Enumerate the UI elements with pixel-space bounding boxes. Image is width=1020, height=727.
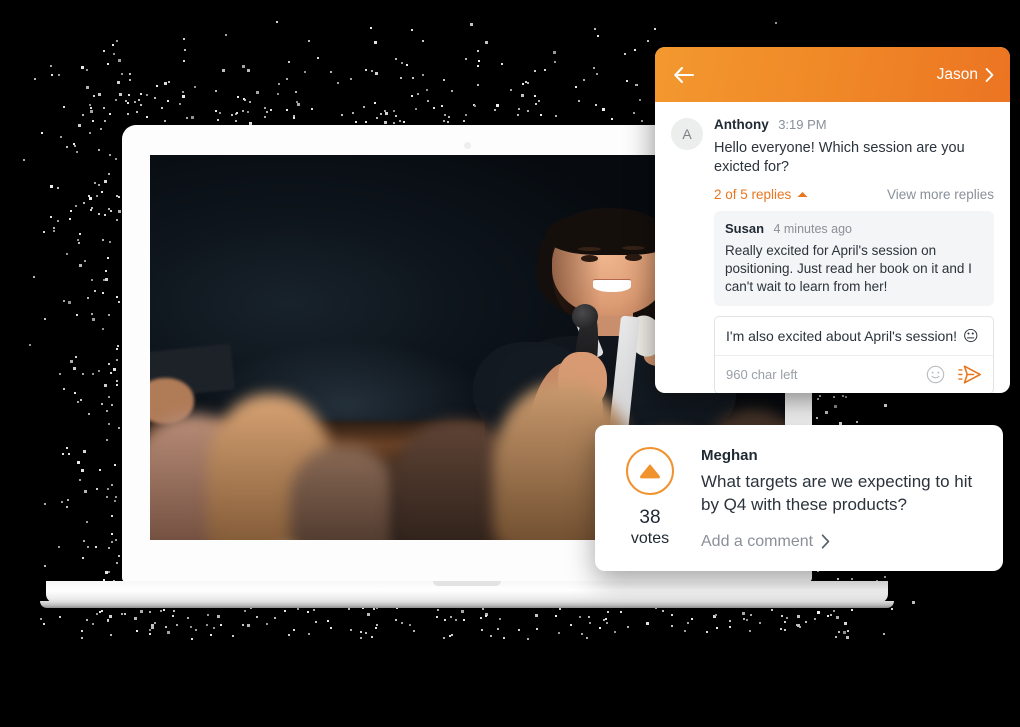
laptop-base-edge <box>40 601 894 608</box>
chevron-right-icon <box>985 68 994 82</box>
chat-panel: Jason A Anthony 3:19 PM Hello everyone! … <box>655 47 1010 393</box>
reply-author: Susan <box>725 221 764 236</box>
send-icon[interactable] <box>958 364 982 385</box>
question-card: 38 votes Meghan What targets are we expe… <box>595 425 1003 571</box>
avatar: A <box>671 118 703 150</box>
view-more-replies-link[interactable]: View more replies <box>887 187 994 202</box>
caret-up-icon <box>797 191 808 198</box>
chat-header: Jason <box>655 47 1010 102</box>
message-author: Anthony <box>714 117 769 132</box>
reply-time: 4 minutes ago <box>773 222 852 236</box>
replies-toggle[interactable]: 2 of 5 replies <box>714 187 808 202</box>
composer: I'm also excited about April's session! … <box>714 316 994 393</box>
chat-user-button[interactable]: Jason <box>937 66 994 84</box>
question-author: Meghan <box>701 447 979 464</box>
message-text: Hello everyone! Which session are you ex… <box>714 139 994 178</box>
vote-label: votes <box>619 530 681 548</box>
arrow-left-icon <box>673 67 695 83</box>
upvote-triangle-icon <box>639 463 661 479</box>
reply-bubble: Susan 4 minutes ago Really excited for A… <box>714 211 994 306</box>
chat-user-name: Jason <box>937 66 978 84</box>
composer-value: I'm also excited about April's session! <box>726 328 957 344</box>
message-meta: Anthony 3:19 PM <box>714 116 994 134</box>
back-button[interactable] <box>671 62 697 88</box>
question-body: Meghan What targets are we expecting to … <box>681 447 979 549</box>
chevron-right-icon <box>821 534 830 549</box>
laptop-base <box>46 581 888 603</box>
reply-text: Really excited for April's session on po… <box>725 242 983 297</box>
replies-count-label: 2 of 5 replies <box>714 187 791 202</box>
message-time: 3:19 PM <box>778 117 826 132</box>
screenshot-root: Jason A Anthony 3:19 PM Hello everyone! … <box>0 0 1020 727</box>
char-left-label: 960 char left <box>726 367 798 382</box>
smiley-icon[interactable] <box>926 365 945 384</box>
upvote-button[interactable] <box>626 447 674 495</box>
chat-body: A Anthony 3:19 PM Hello everyone! Which … <box>655 102 1010 393</box>
add-comment-link[interactable]: Add a comment <box>701 533 979 551</box>
message-row: A Anthony 3:19 PM Hello everyone! Which … <box>671 116 994 202</box>
avatar-initial: A <box>682 126 691 142</box>
composer-input[interactable]: I'm also excited about April's session! … <box>715 317 993 355</box>
replies-row: 2 of 5 replies View more replies <box>714 187 994 202</box>
question-text: What targets are we expecting to hit by … <box>701 470 979 517</box>
vote-column: 38 votes <box>619 447 681 549</box>
composer-emoji: 😐 <box>963 327 979 345</box>
vote-count: 38 <box>619 507 681 529</box>
composer-bar: 960 char left <box>715 355 993 393</box>
add-comment-label: Add a comment <box>701 533 813 551</box>
webcam-icon <box>464 142 471 149</box>
reply-meta: Susan 4 minutes ago <box>725 220 983 238</box>
